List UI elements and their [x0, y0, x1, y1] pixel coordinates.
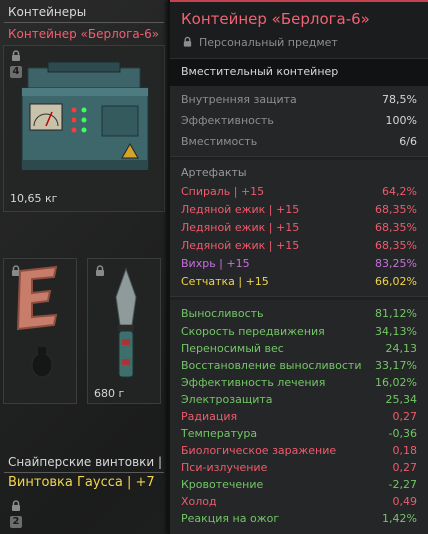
effect-value: -0,36 [388, 427, 417, 440]
effect-label: Биологическое заражение [181, 444, 337, 457]
count-badge: 2 [10, 516, 22, 528]
inventory-panel: Контейнеры Контейнер «Берлога-6» 4 10,65… [0, 0, 168, 534]
knife-icon [115, 267, 137, 378]
effect-value: 0,18 [392, 444, 418, 457]
effect-label: Восстановление выносливости [181, 359, 362, 372]
sniper-rifle-name[interactable]: Винтовка Гаусса | +7 [8, 475, 155, 490]
tooltip-subtitle: Персональный предмет [199, 36, 338, 49]
stat-row: Внутренняя защита 78,5% [181, 92, 417, 108]
effect-value: 24,13 [385, 342, 418, 355]
effect-row: Скорость передвижения 34,13% [181, 324, 417, 340]
effect-row: Пси-излучение 0,27 [181, 460, 417, 476]
effect-value: -2,27 [388, 478, 417, 491]
effect-label: Электрозащита [181, 393, 273, 406]
tooltip-title: Контейнер «Берлога-6» [181, 10, 370, 28]
stat-label: Эффективность [181, 114, 274, 127]
effect-row: Кровотечение -2,27 [181, 477, 417, 493]
artifact-value: 83,25% [375, 257, 417, 270]
artifact-label: Спираль | +15 [181, 185, 265, 198]
stat-label: Внутренняя защита [181, 93, 297, 106]
effect-row: Холод 0,49 [181, 494, 417, 510]
effect-value: 33,17% [375, 359, 417, 372]
effect-value: 34,13% [375, 325, 417, 338]
container-item-card[interactable]: 4 10,65 кг [3, 45, 165, 212]
inventory-slot[interactable] [3, 258, 77, 404]
stat-value: 78,5% [382, 93, 417, 106]
stat-value: 6/6 [399, 135, 417, 148]
effect-value: 25,34 [385, 393, 418, 406]
grenade-icon [31, 347, 53, 378]
effect-row: Радиация 0,27 [181, 409, 417, 425]
inventory-slot[interactable]: 680 г [87, 258, 161, 404]
effect-label: Радиация [181, 410, 238, 423]
artifacts-section: Артефакты Спираль | +15 64,2% Ледяной еж… [170, 160, 428, 297]
effect-value: 81,12% [375, 307, 417, 320]
knife-weight: 680 г [94, 387, 125, 400]
artifact-row: Ледяной ежик | +15 68,35% [181, 238, 417, 254]
effect-row: Биологическое заражение 0,18 [181, 443, 417, 459]
item-type: Вместительный контейнер [170, 58, 428, 87]
container-name[interactable]: Контейнер «Берлога-6» [8, 27, 159, 41]
lock-icon [183, 36, 192, 47]
effect-value: 0,49 [392, 495, 418, 508]
effect-row: Переносимый вес 24,13 [181, 341, 417, 357]
artifact-row: Ледяной ежик | +15 68,35% [181, 220, 417, 236]
artifact-value: 66,02% [375, 275, 417, 288]
effect-row: Восстановление выносливости 33,17% [181, 358, 417, 374]
effect-value: 1,42% [382, 512, 417, 525]
effect-label: Температура [181, 427, 258, 440]
container-image [21, 61, 149, 170]
artifact-row: Сетчатка | +15 66,02% [181, 274, 417, 290]
artifact-label: Сетчатка | +15 [181, 275, 269, 288]
sniper-category: Снайперские винтовки | [8, 455, 163, 469]
artifacts-header: Артефакты [181, 166, 247, 179]
base-stats-section: Внутренняя защита 78,5% Эффективность 10… [170, 86, 428, 157]
artifact-label: Вихрь | +15 [181, 257, 250, 270]
artifact-label: Ледяной ежик | +15 [181, 239, 300, 252]
effect-row: Эффективность лечения 16,02% [181, 375, 417, 391]
divider [4, 472, 164, 473]
artifact-icon [16, 265, 58, 331]
divider [4, 22, 164, 23]
artifact-label: Ледяной ежик | +15 [181, 221, 300, 234]
artifact-label: Ледяной ежик | +15 [181, 203, 300, 216]
artifact-value: 68,35% [375, 221, 417, 234]
artifact-row: Ледяной ежик | +15 68,35% [181, 202, 417, 218]
artifact-value: 68,35% [375, 203, 417, 216]
lock-icon [12, 500, 20, 511]
category-title: Контейнеры [8, 5, 87, 19]
effect-value: 16,02% [375, 376, 417, 389]
effect-label: Выносливость [181, 307, 264, 320]
effect-label: Реакция на ожог [181, 512, 280, 525]
effect-label: Холод [181, 495, 217, 508]
effect-label: Кровотечение [181, 478, 264, 491]
item-tooltip: Контейнер «Берлога-6» Персональный предм… [168, 0, 428, 534]
artifact-row: Вихрь | +15 83,25% [181, 256, 417, 272]
effect-value: 0,27 [392, 410, 418, 423]
effect-row: Температура -0,36 [181, 426, 417, 442]
effect-row: Реакция на ожог 1,42% [181, 511, 417, 527]
container-weight: 10,65 кг [10, 192, 58, 205]
effect-label: Пси-излучение [181, 461, 268, 474]
artifact-value: 64,2% [382, 185, 417, 198]
stat-row: Вместимость 6/6 [181, 134, 417, 150]
effect-value: 0,27 [392, 461, 418, 474]
effect-row: Электрозащита 25,34 [181, 392, 417, 408]
effect-label: Переносимый вес [181, 342, 284, 355]
effects-section: Выносливость 81,12% Скорость передвижени… [170, 300, 428, 534]
item-type-label: Вместительный контейнер [181, 65, 339, 78]
stat-value: 100% [385, 114, 417, 127]
artifact-row: Спираль | +15 64,2% [181, 184, 417, 200]
lock-icon [96, 265, 104, 276]
effect-label: Эффективность лечения [181, 376, 326, 389]
tooltip-header: Контейнер «Берлога-6» Персональный предм… [170, 0, 428, 60]
artifact-value: 68,35% [375, 239, 417, 252]
stat-row: Эффективность 100% [181, 113, 417, 129]
effect-label: Скорость передвижения [181, 325, 325, 338]
stat-label: Вместимость [181, 135, 258, 148]
effect-row: Выносливость 81,12% [181, 306, 417, 322]
